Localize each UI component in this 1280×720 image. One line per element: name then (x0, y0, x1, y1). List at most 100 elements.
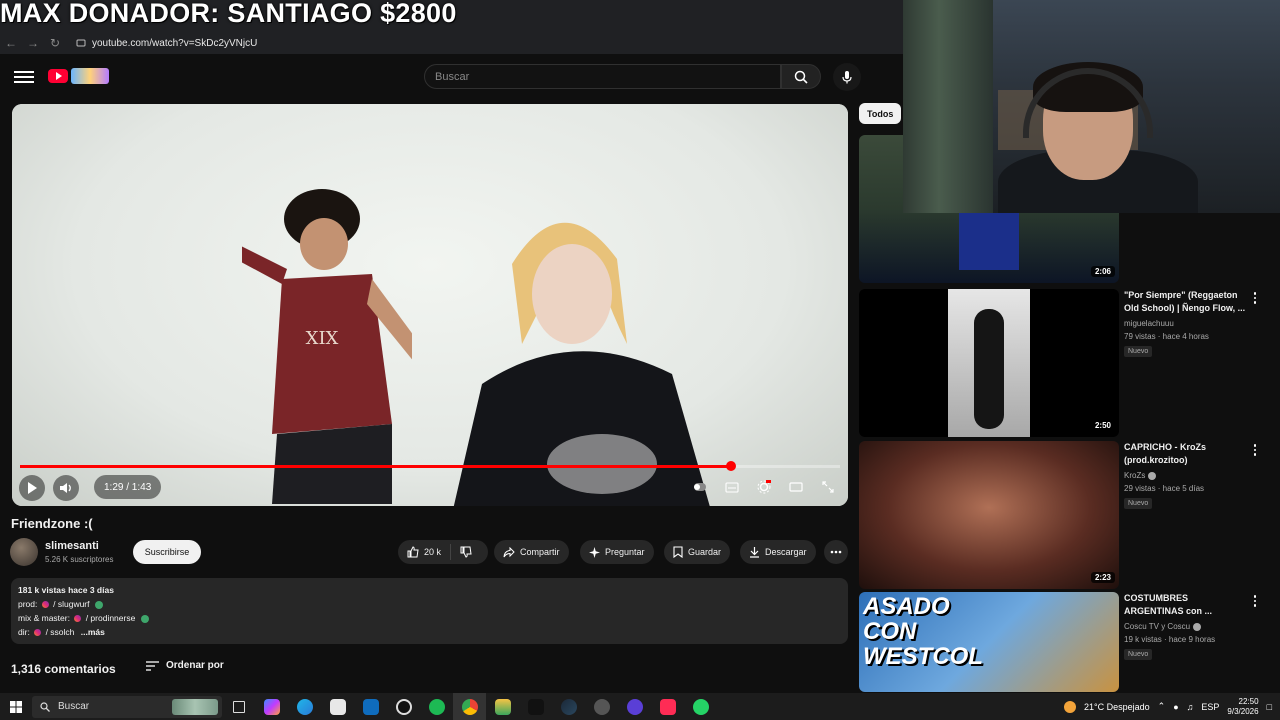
dislike-button[interactable] (451, 540, 481, 564)
new-badge: Nuevo (1124, 498, 1153, 509)
video-channel[interactable]: miguelachuuu (1124, 319, 1174, 328)
doodle-logo-icon (71, 68, 109, 84)
taskbar-search-label: Buscar (58, 701, 90, 712)
video-title[interactable]: "Por Siempre" (Reggaeton Old School) | Ñ… (1124, 289, 1246, 315)
prod-handle-link[interactable]: / slugwurf (53, 599, 89, 609)
windows-logo-icon (10, 700, 22, 713)
taskbar-app-bolt[interactable] (486, 693, 519, 720)
voice-search-button[interactable] (833, 63, 861, 91)
taskbar-app-copilot[interactable] (255, 693, 288, 720)
video-player[interactable]: XIX 1:29 / 1:43 (12, 104, 848, 506)
recommended-video-2[interactable]: 2:50 "Por Siempre" (Reggaeton Old School… (859, 289, 1271, 437)
taskbar-app-whatsapp[interactable] (684, 693, 717, 720)
comments-count: 1,316 comentarios (11, 662, 116, 676)
reload-icon[interactable]: ↻ (44, 32, 66, 54)
stream-donor-banner: MAX DONADOR: SANTIAGO $2800 (0, 0, 457, 28)
progress-bar[interactable] (20, 461, 840, 471)
channel-link[interactable]: Coscu TV y Coscu (1124, 622, 1190, 631)
more-actions-button[interactable] (824, 540, 848, 564)
description-box[interactable]: 181 k vistas hace 3 días prod: / slugwur… (11, 578, 848, 644)
play-button[interactable] (19, 475, 45, 501)
tray-chevron-icon[interactable]: ⌃ (1158, 701, 1166, 712)
save-button[interactable]: Guardar (664, 540, 731, 564)
video-thumbnail[interactable]: 2:50 (859, 289, 1119, 437)
verified-check-icon (94, 600, 103, 609)
taskbar-app-obs[interactable] (387, 693, 420, 720)
taskbar-app-circle[interactable] (618, 693, 651, 720)
video-thumbnail[interactable]: 2:23 (859, 441, 1119, 589)
url-field[interactable]: youtube.com/watch?v=SkDc2yVNjcU (76, 33, 257, 53)
theater-mode-button[interactable] (784, 475, 808, 499)
settings-button[interactable] (752, 475, 776, 499)
captions-button[interactable] (720, 475, 744, 499)
taskbar-app-edge[interactable] (288, 693, 321, 720)
wifi-icon[interactable]: ● (1173, 702, 1178, 712)
more-vert-icon[interactable] (1251, 441, 1259, 459)
video-thumbnail[interactable]: ASADO CON WESTCOL (859, 592, 1119, 692)
site-info-icon[interactable] (76, 38, 86, 48)
more-vert-icon[interactable] (1251, 289, 1259, 307)
mix-handle-link[interactable]: / prodinnerse (86, 613, 136, 623)
youtube-play-logo-icon (48, 69, 68, 83)
subscribe-button[interactable]: Suscribirse (133, 540, 201, 564)
video-title[interactable]: COSTUMBRES ARGENTINAS con ... (1124, 592, 1246, 618)
taskbar-app-tiktok[interactable] (651, 693, 684, 720)
channel-name[interactable]: slimesanti (45, 540, 99, 552)
like-button[interactable]: 20 k (398, 540, 450, 564)
channel-link[interactable]: KroZs (1124, 471, 1145, 480)
weather-icon[interactable] (1064, 700, 1077, 713)
taskbar-app-settings[interactable] (585, 693, 618, 720)
thumbs-up-icon (407, 546, 419, 558)
progress-scrubber[interactable] (725, 461, 736, 471)
search-input[interactable] (435, 70, 780, 83)
sort-comments-button[interactable]: Ordenar por (146, 660, 224, 671)
more-vert-icon[interactable] (1251, 592, 1259, 610)
back-icon[interactable]: ← (0, 32, 22, 54)
taskbar-search[interactable]: Buscar (32, 695, 222, 718)
screen: { "stream": { "donor_banner": "MAX DONAD… (0, 0, 1280, 720)
taskbar-app-spotify[interactable] (420, 693, 453, 720)
taskbar-app-wave[interactable] (519, 693, 552, 720)
share-button[interactable]: Compartir (494, 540, 569, 564)
gear-icon (757, 480, 771, 494)
chrome-icon (461, 698, 478, 715)
taskbar-clock[interactable]: 22:50 9/3/2026 (1227, 697, 1258, 717)
recommended-video-4[interactable]: ASADO CON WESTCOL COSTUMBRES ARGENTINAS … (859, 592, 1271, 692)
taskbar-app-outlook[interactable] (354, 693, 387, 720)
channel-avatar[interactable] (10, 538, 38, 566)
volume-button[interactable] (53, 475, 79, 501)
bolt-icon (494, 698, 511, 715)
more-horizontal-icon (830, 550, 842, 554)
video-title[interactable]: CAPRICHO - KroZs (prod.krozitoo) (1124, 441, 1246, 467)
search-button[interactable] (781, 64, 821, 89)
app-circle-icon (626, 698, 643, 715)
taskbar-app-store[interactable] (321, 693, 354, 720)
fullscreen-button[interactable] (816, 475, 840, 499)
download-button[interactable]: Descargar (740, 540, 816, 564)
show-more-link[interactable]: ...más (81, 627, 105, 637)
speaker-icon[interactable]: ♫ (1187, 702, 1194, 712)
taskbar-app-chrome[interactable] (453, 693, 486, 720)
youtube-logo[interactable] (48, 68, 109, 84)
notifications-icon[interactable]: □ (1267, 702, 1272, 712)
taskbar-app-steam[interactable] (552, 693, 585, 720)
recommended-video-3[interactable]: 2:23 CAPRICHO - KroZs (prod.krozitoo) Kr… (859, 441, 1271, 589)
hamburger-menu-icon[interactable] (14, 68, 34, 86)
video-stats: 79 vistas · hace 4 horas (1124, 332, 1209, 341)
language-indicator[interactable]: ESP (1201, 702, 1219, 712)
instagram-icon (41, 601, 49, 609)
weather-text[interactable]: 21°C Despejado (1084, 702, 1150, 712)
prod-label: prod: (18, 599, 38, 609)
task-view-button[interactable] (222, 693, 255, 720)
start-button[interactable] (0, 693, 32, 720)
pause-autoplay-toggle[interactable] (688, 475, 712, 499)
download-button-inner: Descargar (740, 540, 816, 564)
dir-handle-link[interactable]: / ssolch (46, 627, 75, 637)
filter-chip-todos[interactable]: Todos (859, 103, 902, 124)
sort-label: Ordenar por (166, 660, 224, 671)
video-stats: 19 k vistas · hace 9 horas (1124, 635, 1216, 644)
new-badge: Nuevo (1124, 649, 1153, 660)
forward-icon[interactable]: → (22, 32, 44, 54)
video-duration: 2:23 (1090, 572, 1115, 583)
ask-button[interactable]: Preguntar (580, 540, 654, 564)
